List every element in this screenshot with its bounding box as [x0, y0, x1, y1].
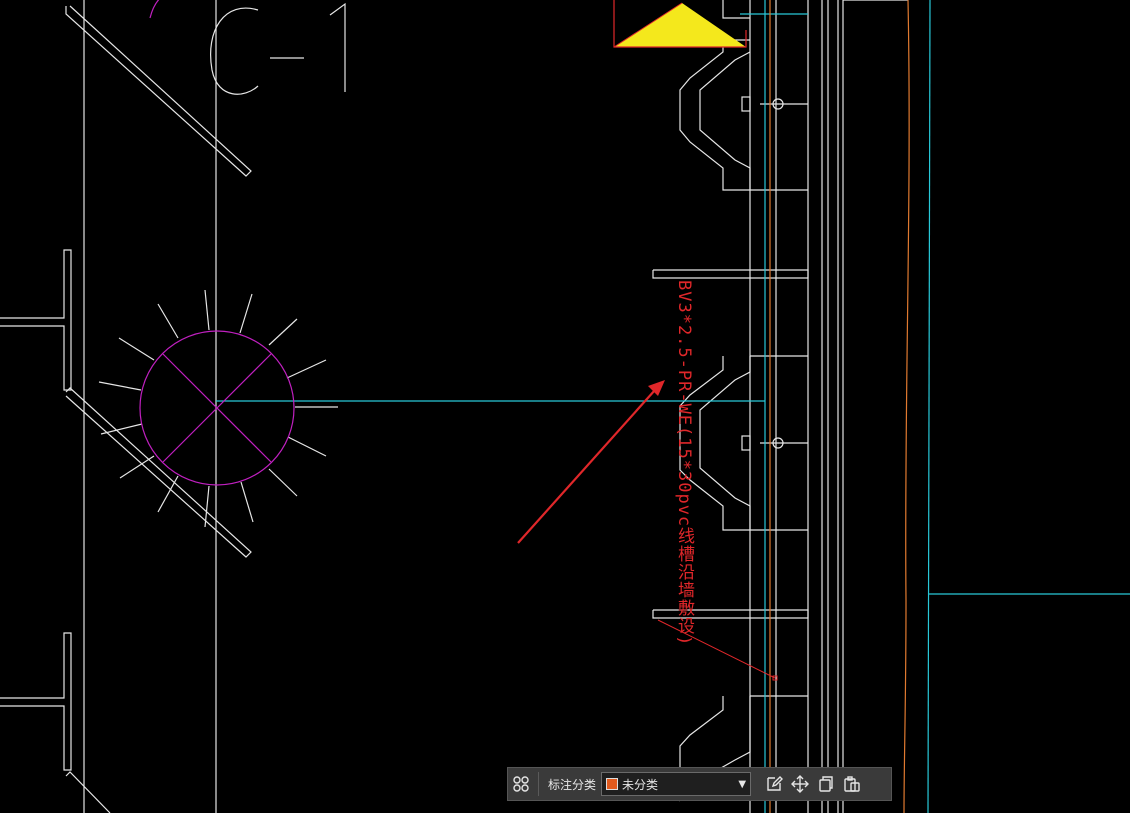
category-value: 未分类	[622, 777, 659, 792]
edit-icon[interactable]	[761, 771, 787, 797]
paste-icon[interactable]	[839, 771, 865, 797]
category-dropdown[interactable]: 未分类 ▼	[601, 772, 752, 796]
group-icon[interactable]	[508, 771, 534, 797]
orange-lines	[769, 0, 910, 813]
red-arrow	[517, 380, 665, 544]
move-icon[interactable]	[787, 771, 813, 797]
annotation-label[interactable]: BV3*2.5-PR-WE(15*30pvc线槽沿墙敷设)	[672, 280, 697, 646]
category-label: 标注分类	[548, 777, 597, 792]
drawing-geometry	[0, 0, 908, 813]
category-color-swatch	[606, 778, 619, 790]
light-fixture	[139, 0, 295, 486]
elevation-marker	[613, 0, 747, 48]
chevron-down-icon: ▼	[738, 778, 747, 790]
annotation-toolbar: 标注分类 未分类 ▼	[507, 767, 892, 801]
toolbar-divider	[538, 772, 539, 796]
copy-icon[interactable]	[813, 771, 839, 797]
cad-drawing-canvas[interactable]	[0, 0, 1130, 813]
